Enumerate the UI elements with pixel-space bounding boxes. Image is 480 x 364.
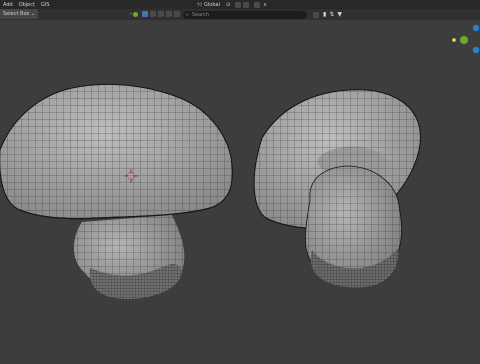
sort-icon[interactable]: ⇅ [329,11,334,18]
search-placeholder: Search [191,11,209,18]
transform-controls: ⤲ Global ⊙ ∧ [198,0,267,9]
transform-orientation-dropdown[interactable]: Global [204,2,220,8]
search-icon: ⌕ [186,11,189,18]
menu-gis[interactable]: GIS [38,2,53,8]
camera-icon[interactable] [150,11,156,17]
snap-icon[interactable] [235,1,242,8]
empty-icon[interactable] [166,11,172,17]
gizmo-z-axis-icon [472,24,480,32]
view-icon[interactable] [313,11,319,18]
header-right-icons: ▮ ⇅ ▼ [312,11,342,18]
navigation-gizmo[interactable] [452,24,480,54]
mushroom-mesh-left[interactable] [0,83,233,300]
3d-viewport[interactable] [0,20,480,360]
proportional-edit-icon[interactable] [254,1,261,8]
filter-icon[interactable]: ▼ [337,11,342,18]
viewport-canvas [0,24,480,300]
chevron-icon[interactable]: › [130,11,132,17]
pivot-icon[interactable]: ⊙ [226,2,230,8]
mushroom-mesh-right[interactable] [253,89,421,288]
gizmo-y-axis-icon [460,36,468,44]
gizmo-neg-z-icon [472,46,480,54]
search-field[interactable]: ⌕ Search [183,10,307,19]
bookmark-icon[interactable]: ▮ [323,11,326,18]
transform-orientation-icon: ⤲ [198,1,203,8]
snap-options-icon[interactable] [243,1,250,8]
menu-object[interactable]: Object [16,2,38,8]
visibility-dot-icon[interactable] [133,11,138,17]
collection-icons: › [130,11,181,17]
falloff-icon[interactable]: ∧ [263,2,267,8]
light-icon[interactable] [158,11,164,17]
mesh-filter-icon[interactable] [142,11,148,17]
select-box-dropdown[interactable]: Select Box ⌄ [0,9,39,19]
menu-add[interactable]: Add [0,2,16,8]
other-icon[interactable] [174,11,180,17]
gizmo-light-icon [452,38,456,42]
